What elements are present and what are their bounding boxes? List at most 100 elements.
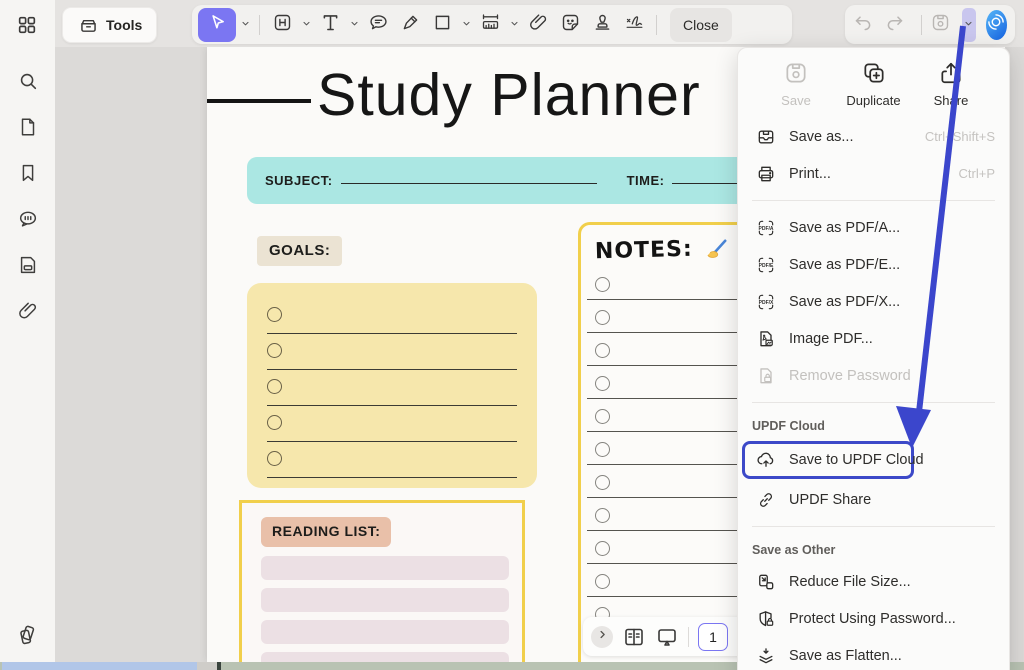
svg-text:PDF/E: PDF/E [759,263,774,269]
page-layout-button[interactable] [622,625,646,649]
header-tool-button[interactable] [267,10,297,40]
cloud-upload-icon [756,450,776,470]
tools-button[interactable]: Tools [62,7,158,43]
header-tool-chevron[interactable] [299,10,313,40]
menu-item-protect-using-password[interactable]: Protect Using Password... [738,600,1009,637]
sticker-icon [560,12,581,38]
menu-divider [752,200,995,201]
undo-icon [853,12,874,38]
reduce-size-icon [756,572,776,592]
sidebar-item-templates[interactable] [16,623,39,646]
menu-item-updf-share[interactable]: UPDF Share [738,481,1009,518]
expand-controls-button[interactable] [591,625,613,648]
shape-tool-chevron[interactable] [459,10,473,40]
sidebar-item-thumbnails[interactable] [17,116,39,138]
highlighter-tool-button[interactable] [395,10,425,40]
notes-label: NOTES: [594,236,694,264]
sticker-tool-button[interactable] [555,10,585,40]
save-dropdown-menu: Save Duplicate Share Save as... Ctrl+Shift+… [737,47,1010,670]
save-options-chevron[interactable] [961,7,976,42]
save-as-icon [756,127,776,147]
reading-row [261,556,509,580]
menu-item-save-as-pdf-e[interactable]: PDF/E Save as PDF/E... [738,246,1009,283]
measure-tool-button[interactable] [475,10,505,40]
chat-icon [17,211,39,234]
highlight-box: Save to UPDF Cloud [742,441,924,479]
menu-item-save-to-updf-cloud[interactable]: Save to UPDF Cloud [745,444,924,476]
presentation-button[interactable] [655,625,679,649]
header-icon [272,12,293,38]
signature-tool-button[interactable] [619,10,649,40]
page-icon [17,118,39,142]
sidebar-item-search[interactable] [17,70,39,92]
menu-quick-actions: Save Duplicate Share [738,60,1009,118]
measure-icon [480,12,501,38]
menu-item-print[interactable]: Print... Ctrl+P [738,155,1009,192]
goals-row [267,343,517,379]
page-number-input[interactable] [698,622,728,651]
updf-ai-logo[interactable] [985,9,1008,40]
close-button[interactable]: Close [670,7,732,42]
menu-quick-share[interactable]: Share [915,60,987,108]
goals-row [267,307,517,343]
remove-password-icon [756,366,776,386]
menu-item-save-as-pdf-x[interactable]: PDF/X Save as PDF/X... [738,283,1009,320]
flatten-icon [756,646,776,666]
menu-item-reduce-file-size[interactable]: Reduce File Size... [738,563,1009,600]
sidebar-item-comments[interactable] [17,208,39,230]
writing-hand-icon [703,237,729,263]
text-icon [320,12,341,38]
history-save-group [845,5,1015,44]
goals-row [267,451,517,487]
sidebar-item-clip[interactable] [17,300,39,322]
filecard-icon [17,256,39,280]
title-decorative-line [207,99,311,103]
subject-label: SUBJECT: [265,173,333,188]
menu-divider [752,526,995,527]
reading-row [261,588,509,612]
text-tool-button[interactable] [315,10,345,40]
reading-list-label: READING LIST: [272,523,381,539]
menu-item-save-as[interactable]: Save as... Ctrl+Shift+S [738,118,1009,155]
menu-item-save-as-pdf-a[interactable]: PDF/A Save as PDF/A... [738,209,1009,246]
save-icon [930,12,951,38]
menu-item-image-pdf[interactable]: Image PDF... [738,320,1009,357]
sidebar-item-attachments[interactable] [17,254,39,276]
save-button[interactable] [930,10,951,40]
reading-row [261,652,509,662]
page-controls-bar [583,617,758,656]
goals-row [267,415,517,451]
search-icon [17,73,39,96]
shape-tool-button[interactable] [427,10,457,40]
comment-icon [368,12,389,38]
menu-section-label: Save as Other [752,543,836,557]
document-title: Study Planner [317,62,701,128]
menu-item-save-as-flatten[interactable]: Save as Flatten... [738,637,1009,670]
attachment-tool-button[interactable] [523,10,553,40]
tools-button-label: Tools [106,17,143,33]
sidebar-item-bookmarks[interactable] [17,162,39,184]
comment-tool-button[interactable] [363,10,393,40]
select-tool-chevron[interactable] [238,10,252,40]
svg-text:PDF/A: PDF/A [759,226,774,232]
undo-button[interactable] [853,10,874,40]
select-tool-button[interactable] [198,7,236,42]
save-icon [783,60,809,86]
printer-icon [756,164,776,184]
signature-icon [624,12,645,38]
goals-label-badge: GOALS: [257,236,343,266]
toolbox-icon [77,14,99,36]
shield-lock-icon [756,609,776,629]
measure-tool-chevron[interactable] [507,10,521,40]
menu-item-remove-password: Remove Password [738,357,1009,394]
menu-quick-save: Save [760,60,832,108]
stamp-tool-button[interactable] [587,10,617,40]
text-tool-chevron[interactable] [347,10,361,40]
goals-row [267,379,517,415]
paperclip-icon [528,12,549,38]
menu-quick-duplicate[interactable]: Duplicate [838,60,910,108]
app-menu-button[interactable] [16,14,38,36]
link-icon [756,490,776,510]
redo-button[interactable] [884,10,905,40]
subject-banner: SUBJECT: TIME: [247,157,787,204]
